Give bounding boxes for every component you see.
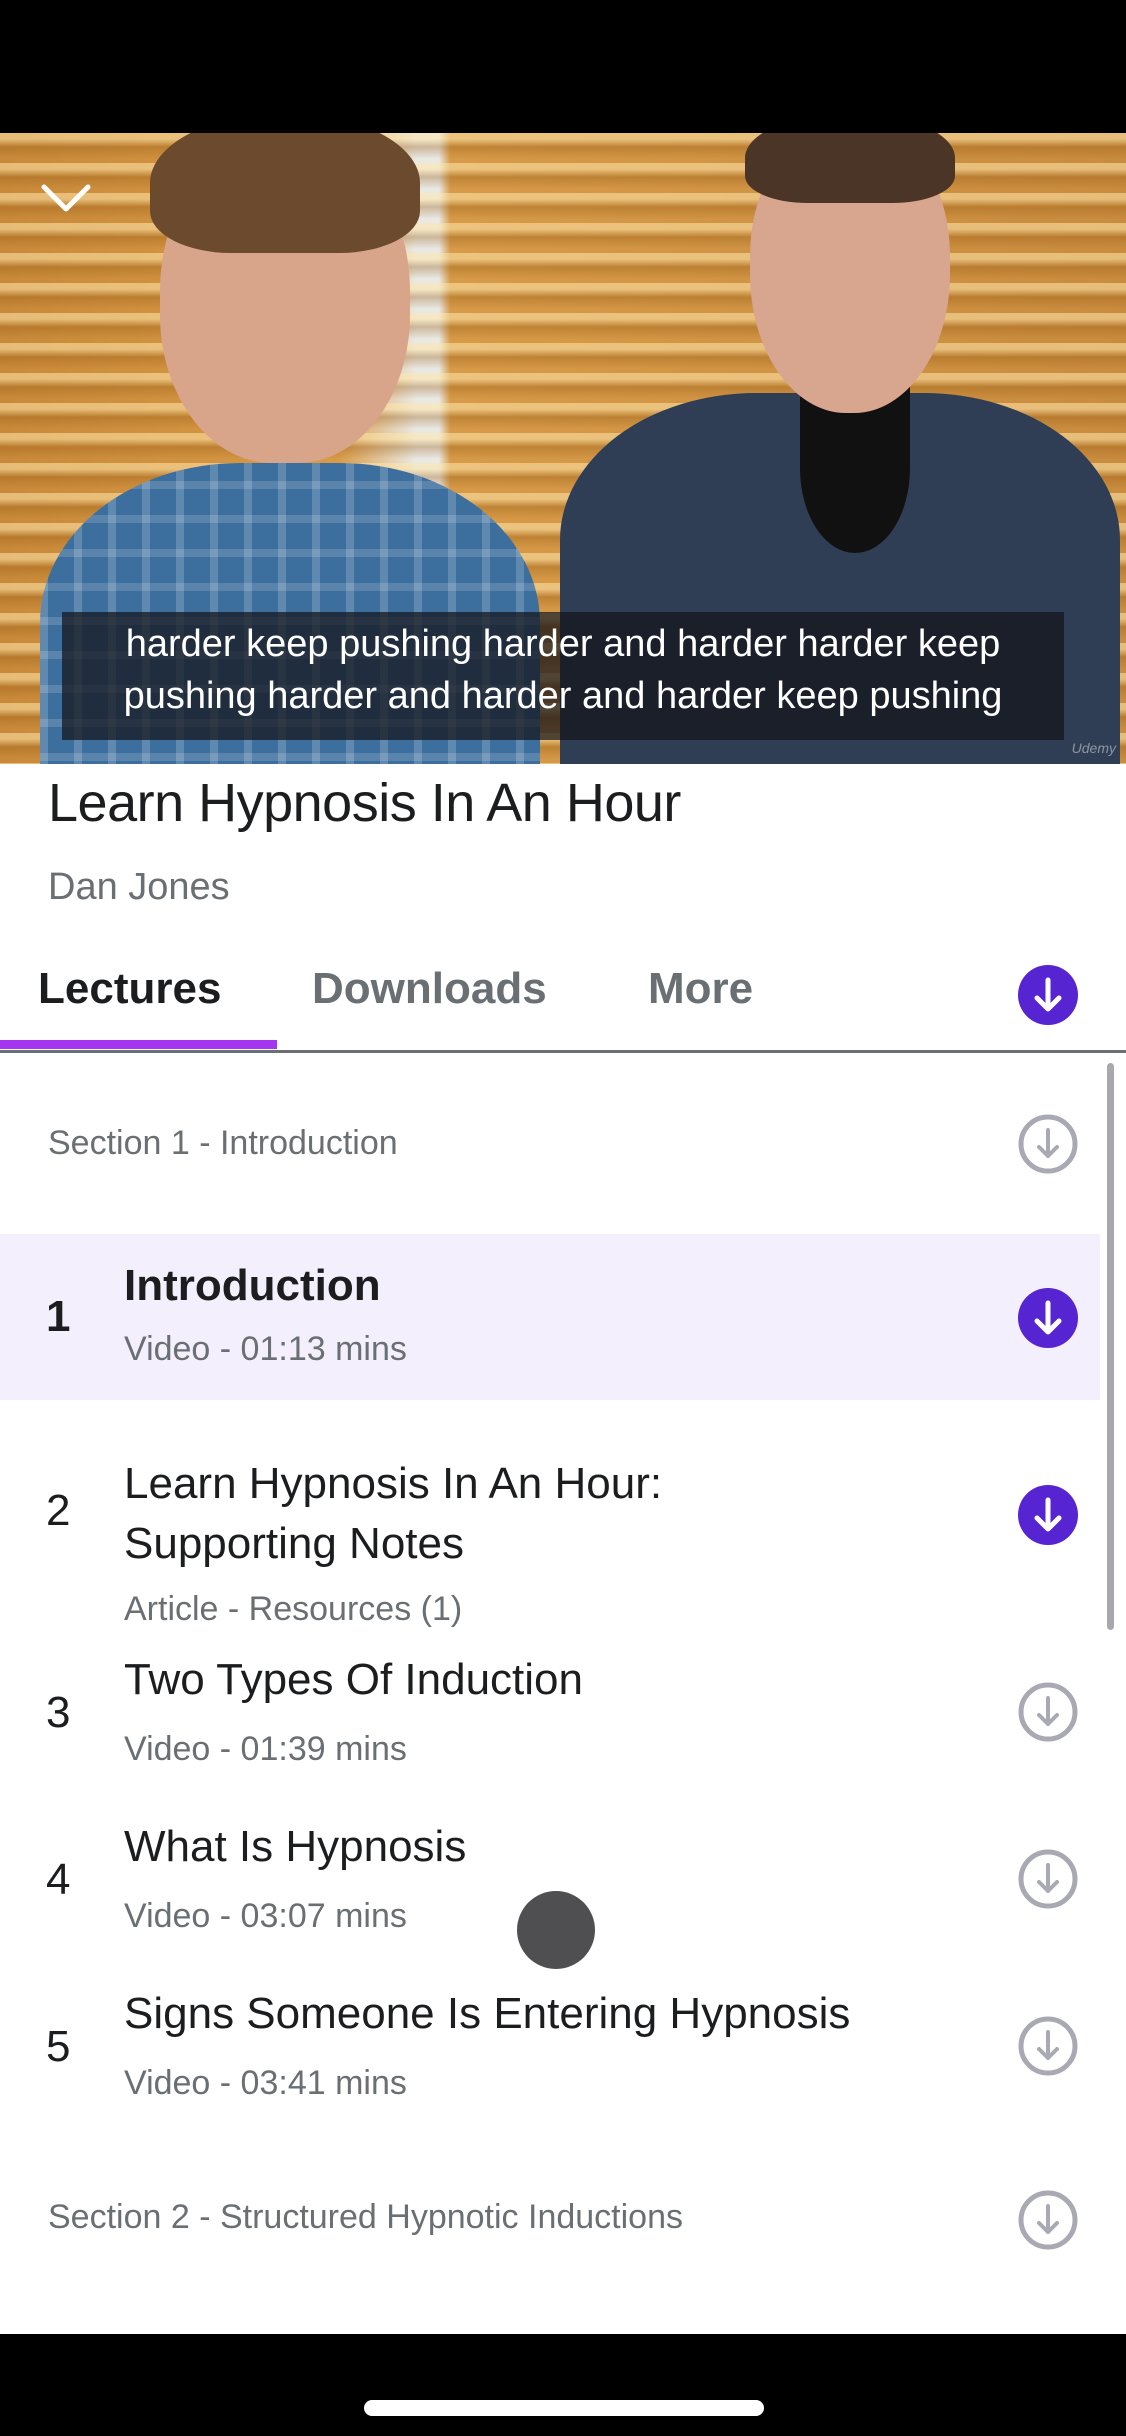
tab-downloads[interactable]: Downloads	[312, 964, 547, 1014]
touch-indicator	[517, 1891, 595, 1969]
course-title: Learn Hypnosis In An Hour	[48, 773, 681, 833]
lecture-number: 4	[46, 1855, 71, 1904]
tab-divider	[0, 1050, 1126, 1053]
tab-more[interactable]: More	[648, 964, 753, 1014]
section-header[interactable]: Section 1 - Introduction	[0, 1094, 1100, 1194]
chevron-down-icon[interactable]	[40, 183, 92, 213]
video-frame-person-left-hair	[150, 133, 420, 253]
tab-bar: Lectures Downloads More	[0, 960, 1126, 1053]
lecture-row[interactable]: 1 Introduction Video - 01:13 mins	[0, 1234, 1100, 1400]
lecture-meta: Video - 03:41 mins	[124, 2064, 407, 2102]
lecture-number: 5	[46, 2022, 71, 2071]
lecture-meta: Video - 03:07 mins	[124, 1897, 407, 1935]
lecture-row[interactable]: 3 Two Types Of Induction Video - 01:39 m…	[0, 1650, 1100, 1790]
lecture-meta: Article - Resources (1)	[124, 1590, 463, 1628]
lecture-title: Signs Someone Is Entering Hypnosis	[124, 1989, 851, 2038]
lecture-title: What Is Hypnosis	[124, 1822, 467, 1871]
subtitle-line: harder keep pushing harder and harder ha…	[125, 623, 1001, 665]
status-bar	[0, 0, 1126, 133]
lecture-number: 1	[46, 1292, 71, 1341]
lecture-row[interactable]: 2 Learn Hypnosis In An Hour: Supporting …	[0, 1410, 1100, 1628]
tab-lectures[interactable]: Lectures	[38, 964, 221, 1014]
download-icon[interactable]	[1018, 1114, 1078, 1174]
video-player[interactable]: harder keep pushing harder and harder ha…	[0, 133, 1126, 764]
lecture-number: 2	[46, 1486, 71, 1535]
lecture-title: Two Types Of Induction	[124, 1655, 583, 1704]
subtitle-line: pushing harder and harder and harder kee…	[123, 675, 1003, 717]
lecture-title-line-1: Learn Hypnosis In An Hour:	[124, 1459, 663, 1508]
lecture-title-line-2: Supporting Notes	[124, 1519, 464, 1568]
download-icon[interactable]	[1018, 1849, 1078, 1909]
lecture-meta: Video - 01:39 mins	[124, 1730, 407, 1768]
home-indicator[interactable]	[364, 2400, 764, 2416]
scrollbar[interactable]	[1107, 1063, 1114, 1630]
video-frame-person-right-hair	[745, 133, 955, 203]
lecture-title: Introduction	[124, 1261, 381, 1310]
instructor-name[interactable]: Dan Jones	[48, 866, 230, 909]
download-icon[interactable]	[1018, 2190, 1078, 2250]
lecture-meta: Video - 01:13 mins	[124, 1330, 407, 1368]
watermark-logo: Udemy	[1071, 740, 1116, 756]
section-header[interactable]: Section 2 - Structured Hypnotic Inductio…	[0, 2170, 1100, 2270]
download-icon[interactable]	[1018, 2016, 1078, 2076]
section-title: Section 2 - Structured Hypnotic Inductio…	[48, 2198, 683, 2236]
subtitle-caption: harder keep pushing harder and harder ha…	[62, 612, 1064, 740]
lecture-number: 3	[46, 1688, 71, 1737]
section-title: Section 1 - Introduction	[48, 1124, 398, 1162]
downloaded-icon[interactable]	[1018, 1288, 1078, 1348]
active-tab-indicator	[0, 1040, 277, 1049]
download-icon[interactable]	[1018, 1682, 1078, 1742]
lecture-row[interactable]: 5 Signs Someone Is Entering Hypnosis Vid…	[0, 1984, 1100, 2124]
download-all-icon[interactable]	[1018, 965, 1078, 1025]
downloaded-icon[interactable]	[1018, 1485, 1078, 1545]
system-nav-bar	[0, 2334, 1126, 2436]
